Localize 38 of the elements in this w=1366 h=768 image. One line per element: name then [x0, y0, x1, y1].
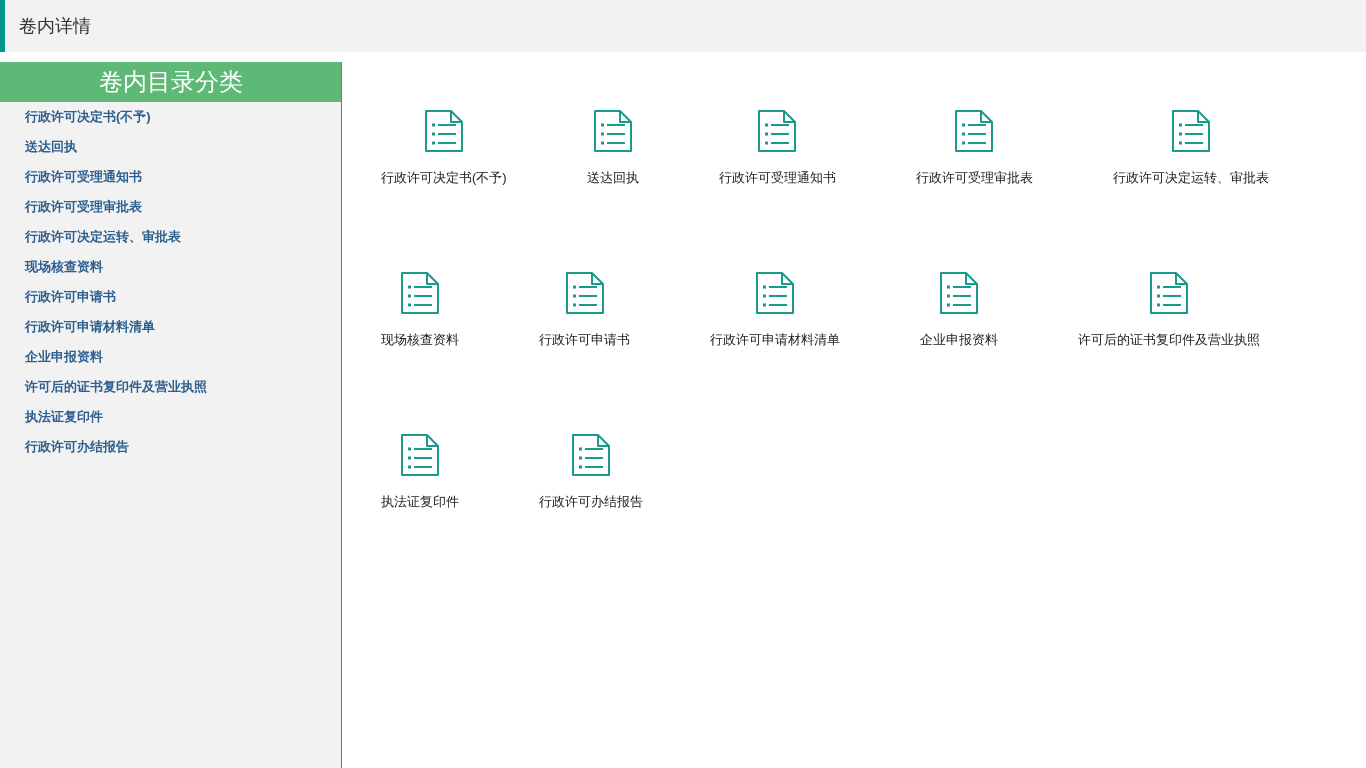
document-name[interactable]: 行政许可办结报告: [539, 494, 643, 510]
document-name[interactable]: 执法证复印件: [381, 494, 459, 510]
document-name[interactable]: 行政许可受理审批表: [915, 170, 1033, 186]
document-list-icon: [954, 110, 995, 152]
sidebar-link[interactable]: 行政许可决定运转、审批表: [0, 222, 341, 252]
document-name[interactable]: 行政许可申请材料清单: [710, 332, 840, 348]
sidebar-title: 卷内目录分类: [0, 62, 341, 102]
document-list-icon: [400, 434, 440, 476]
page-title: 卷内详情: [19, 15, 91, 38]
document-list-icon: [423, 110, 464, 152]
document-name[interactable]: 许可后的证书复印件及营业执照: [1078, 332, 1260, 348]
document-list-icon: [757, 110, 798, 152]
document-name[interactable]: 行政许可决定书(不予): [381, 170, 507, 186]
document-name[interactable]: 现场核查资料: [381, 332, 459, 348]
sidebar-link[interactable]: 行政许可申请材料清单: [0, 312, 341, 342]
sidebar-link[interactable]: 许可后的证书复印件及营业执照: [0, 372, 341, 402]
document-list-icon: [592, 110, 633, 152]
document-list-icon: [1149, 272, 1189, 314]
document-name[interactable]: 行政许可申请书: [539, 332, 630, 348]
document-list-icon: [571, 434, 611, 476]
document-list-icon: [564, 272, 605, 314]
sidebar-link[interactable]: 行政许可申请书: [0, 282, 341, 312]
document-list-icon: [1170, 110, 1211, 152]
sidebar-link[interactable]: 行政许可办结报告: [0, 432, 341, 462]
document-name[interactable]: 行政许可决定运转、审批表: [1112, 170, 1269, 186]
document-name[interactable]: 企业申报资料: [920, 332, 998, 348]
sidebar-link[interactable]: 现场核查资料: [0, 252, 341, 282]
sidebar-link[interactable]: 行政许可受理通知书: [0, 162, 341, 192]
document-name[interactable]: 送达回执: [586, 170, 639, 186]
sidebar-link[interactable]: 企业申报资料: [0, 342, 341, 372]
sidebar-link[interactable]: 行政许可决定书(不予): [0, 102, 341, 132]
document-list-icon: [939, 272, 979, 314]
sidebar-link[interactable]: 执法证复印件: [0, 402, 341, 432]
sidebar-link[interactable]: 行政许可受理审批表: [0, 192, 341, 222]
document-list-icon: [755, 272, 795, 314]
document-list-icon: [400, 272, 440, 314]
sidebar-link[interactable]: 送达回执: [0, 132, 341, 162]
document-name[interactable]: 行政许可受理通知书: [718, 170, 836, 186]
